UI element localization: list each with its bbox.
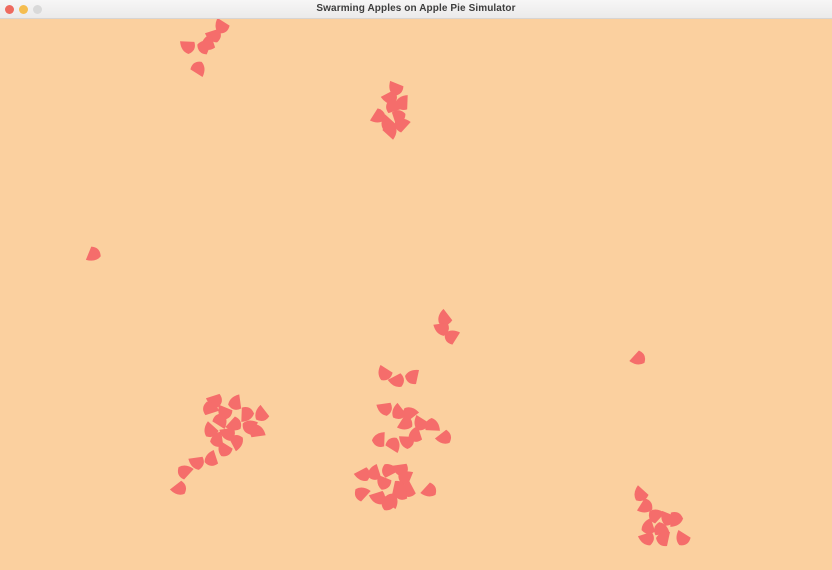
app-window: Swarming Apples on Apple Pie Simulator — [0, 0, 832, 570]
apple-slice — [169, 480, 187, 495]
simulation-scene — [85, 19, 691, 547]
apple-slice — [241, 407, 255, 422]
window-title: Swarming Apples on Apple Pie Simulator — [316, 3, 516, 14]
apple-slice — [180, 41, 195, 55]
apple-slice — [371, 432, 385, 447]
apple-slice — [376, 402, 392, 416]
apple-slice — [405, 369, 419, 385]
simulation-canvas[interactable] — [0, 19, 832, 570]
apple-slice — [434, 429, 452, 444]
title-bar[interactable]: Swarming Apples on Apple Pie Simulator — [0, 0, 832, 19]
apple-slice — [377, 474, 392, 490]
apple-slice — [425, 417, 440, 431]
apple-slice — [676, 529, 691, 546]
apple-slice — [204, 449, 219, 466]
apple-slice — [190, 61, 205, 78]
apple-slice — [177, 465, 194, 480]
apple-slice — [629, 350, 646, 365]
apple-slice — [420, 482, 437, 497]
apple-slice — [354, 487, 371, 502]
apple-slice — [197, 40, 213, 55]
apple-slice — [85, 246, 101, 261]
